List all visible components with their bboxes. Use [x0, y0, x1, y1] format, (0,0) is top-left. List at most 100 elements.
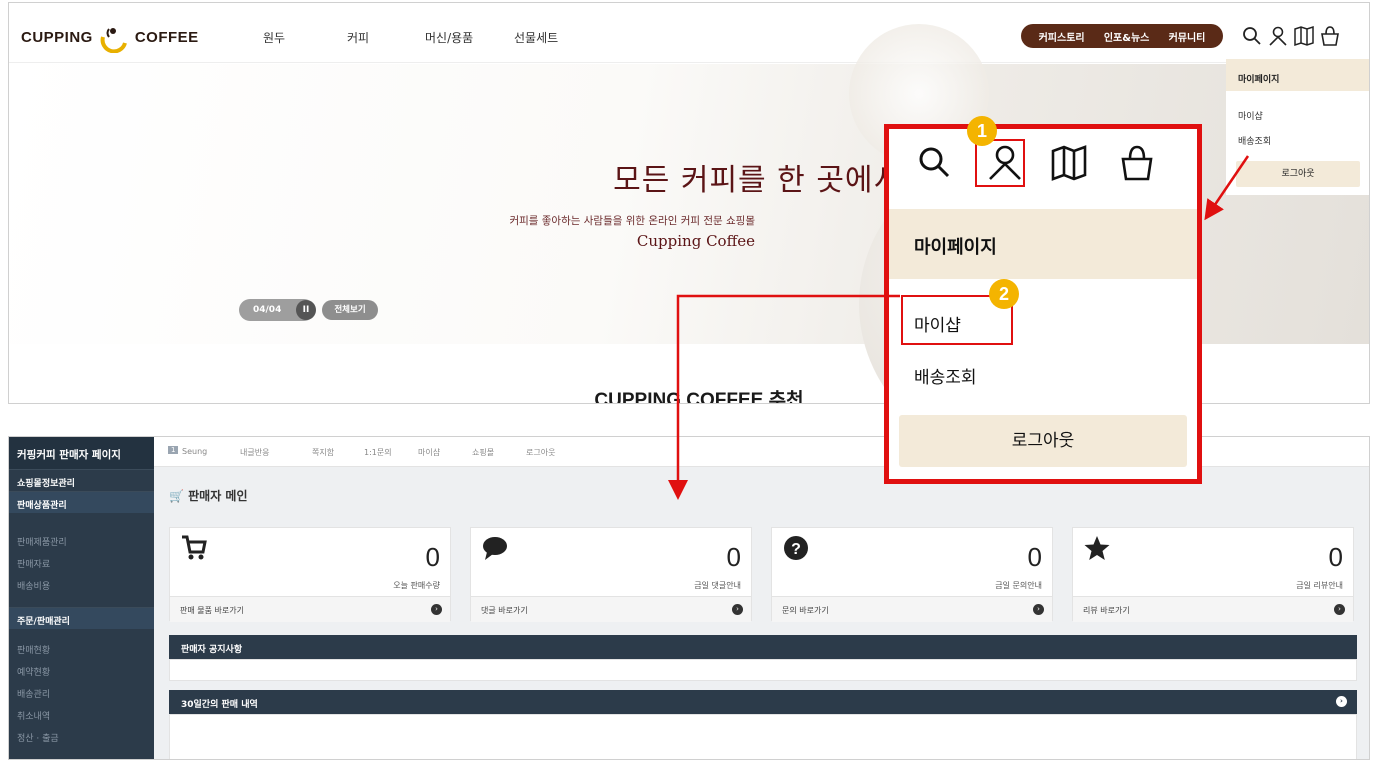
sidebar-item-cancellations[interactable]: 취소내역 — [17, 709, 50, 722]
step-badge-2: 2 — [989, 279, 1019, 309]
topbar-link-inquiry[interactable]: 1:1문의 — [364, 447, 392, 458]
user-icon-highlight — [975, 139, 1025, 187]
zoom-dropdown-header: 마이페이지 — [889, 209, 1197, 279]
mypage-dropdown-small: 마이페이지 마이샵 배송조회 로그아웃 — [1226, 59, 1369, 195]
stat-link[interactable]: 리뷰 바로가기 › — [1073, 596, 1353, 622]
nav-coffee[interactable]: 커피 — [347, 29, 369, 46]
arrow-right-icon: › — [732, 604, 743, 615]
hero-subtitle: 커피를 좋아하는 사람들을 위한 온라인 커피 전문 쇼핑몰 — [509, 215, 755, 227]
pause-button[interactable]: II — [296, 300, 316, 320]
stat-link[interactable]: 판매 물품 바로가기 › — [170, 596, 450, 622]
sidebar: 커핑커피 판매자 페이지 쇼핑몰정보관리 판매상품관리 판매제품관리 판매자료 … — [9, 437, 154, 759]
stat-card-reviews: 0 금일 리뷰안내 리뷰 바로가기 › — [1072, 527, 1354, 622]
sidebar-item-delivery-manage[interactable]: 배송관리 — [17, 687, 50, 700]
arrow-right-icon: › — [431, 604, 442, 615]
section-title: CUPPING COFFEE 추천 — [594, 390, 804, 404]
dropdown-logout-button[interactable]: 로그아웃 — [1236, 161, 1360, 187]
sidebar-brand-text: 커핑커피 판매자 페이지 — [17, 449, 121, 461]
stat-value: 0 — [1027, 542, 1042, 572]
stat-link[interactable]: 문의 바로가기 › — [772, 596, 1052, 622]
logo-text-left: CUPPING — [21, 28, 93, 46]
question-icon: ? — [784, 536, 808, 560]
sidebar-section-shop-info[interactable]: 쇼핑몰정보관리 — [9, 469, 154, 491]
sidebar-section-products[interactable]: 판매상품관리 — [9, 491, 154, 513]
sidebar-item-shipping-cost[interactable]: 배송비용 — [17, 579, 50, 592]
page-title: 🛒 판매자 메인 — [169, 487, 248, 504]
sidebar-brand: 커핑커피 판매자 페이지 — [9, 437, 154, 469]
sidebar-item-sales-status[interactable]: 판매현황 — [17, 643, 50, 656]
topbar-username[interactable]: Seung — [182, 447, 207, 456]
stat-value: 0 — [1328, 542, 1343, 572]
notice-panel-header: 판매자 공지사항 — [169, 635, 1357, 659]
map-icon[interactable] — [1293, 25, 1315, 47]
stat-card-sales: 0 오늘 판매수량 판매 물품 바로가기 › — [169, 527, 451, 622]
stat-value: 0 — [726, 542, 741, 572]
zoom-item-delivery[interactable]: 배송조회 — [914, 363, 977, 388]
slide-counter-text: 04/04 — [253, 305, 282, 315]
logo[interactable]: CUPPING COFFEE — [21, 23, 199, 53]
stat-link[interactable]: 댓글 바로가기 › — [471, 596, 751, 622]
page-title-text: 판매자 메인 — [188, 489, 248, 503]
page-title-cart-icon: 🛒 — [169, 489, 189, 503]
stat-link-text: 댓글 바로가기 — [481, 606, 528, 615]
stat-link-text: 리뷰 바로가기 — [1083, 606, 1130, 615]
sidebar-item-product-manage[interactable]: 판매제품관리 — [17, 535, 67, 548]
nav-machines[interactable]: 머신/용품 — [425, 29, 473, 46]
shopping-bag-icon[interactable] — [1117, 143, 1157, 183]
topbar-link-shop[interactable]: 쇼핑몰 — [472, 447, 494, 458]
hero-title: 모든 커피를 한 곳에서 만나다. — [613, 163, 1009, 198]
step-badge-1: 1 — [967, 116, 997, 146]
stat-link-text: 문의 바로가기 — [782, 606, 829, 615]
dropdown-item-delivery[interactable]: 배송조회 — [1238, 134, 1271, 147]
topbar-link-reactions[interactable]: 내글반응 — [240, 447, 269, 458]
stat-label: 오늘 판매수량 — [393, 581, 440, 590]
arrow-right-icon[interactable]: › — [1336, 696, 1347, 707]
zoomed-mypage-dropdown: 1 마이페이지 마이샵 2 배송조회 로그아웃 — [884, 116, 1202, 484]
admin-screenshot: 커핑커피 판매자 페이지 쇼핑몰정보관리 판매상품관리 판매제품관리 판매자료 … — [8, 436, 1370, 760]
pill-info-news[interactable]: 인포&뉴스 — [1104, 29, 1150, 44]
svg-text:?: ? — [791, 541, 801, 558]
comment-icon — [483, 537, 507, 560]
topbar-link-logout[interactable]: 로그아웃 — [526, 447, 555, 458]
stat-card-inquiries: ? 0 금일 문의안내 문의 바로가기 › — [771, 527, 1053, 622]
arrow-right-icon: › — [1334, 604, 1345, 615]
dropdown-item-myshop[interactable]: 마이샵 — [1238, 109, 1263, 122]
stat-card-comments: 0 금일 댓글안내 댓글 바로가기 › — [470, 527, 752, 622]
zoom-logout-button[interactable]: 로그아웃 — [899, 415, 1187, 467]
sidebar-item-seller-data[interactable]: 판매자료 — [17, 557, 50, 570]
sidebar-item-reservations[interactable]: 예약현황 — [17, 665, 50, 678]
logo-cup-icon — [100, 28, 127, 53]
notice-panel-body — [169, 659, 1357, 681]
topbar-link-messages[interactable]: 쪽지함 — [312, 447, 334, 458]
shop-header: CUPPING COFFEE 원두 커피 머신/용품 선물세트 커피스토리 인포&… — [9, 3, 1369, 63]
pill-coffee-story[interactable]: 커피스토리 — [1039, 29, 1085, 44]
star-icon — [1084, 536, 1110, 560]
cart-icon — [182, 535, 207, 560]
topbar-link-myshop[interactable]: 마이샵 — [418, 447, 440, 458]
view-all-button[interactable]: 전체보기 — [322, 300, 378, 320]
sidebar-section-orders[interactable]: 주문/판매관리 — [9, 607, 154, 629]
user-icon[interactable] — [1267, 25, 1289, 47]
nav-beans[interactable]: 원두 — [263, 29, 285, 46]
stat-label: 금일 문의안내 — [995, 581, 1042, 590]
nav-gift-sets[interactable]: 선물세트 — [514, 29, 558, 46]
stat-label: 금일 리뷰안내 — [1296, 581, 1343, 590]
logo-text-right: COFFEE — [134, 28, 199, 46]
arrow-right-icon: › — [1033, 604, 1044, 615]
community-pill: 커피스토리 인포&뉴스 커뮤니티 — [1021, 24, 1223, 48]
sidebar-item-settlement[interactable]: 정산 · 출금 — [17, 731, 59, 744]
sales-panel-title: 30일간의 판매 내역 — [181, 700, 258, 710]
pill-community[interactable]: 커뮤니티 — [1169, 29, 1206, 44]
sales-panel-body — [169, 714, 1357, 759]
map-icon[interactable] — [1049, 143, 1089, 183]
shopping-bag-icon[interactable] — [1319, 25, 1341, 47]
stat-value: 0 — [425, 542, 440, 572]
search-icon[interactable] — [915, 143, 955, 183]
hero-brand: Cupping Coffee — [636, 232, 755, 250]
search-icon[interactable] — [1241, 25, 1263, 47]
user-level-badge: 1 — [168, 446, 179, 454]
dropdown-header: 마이페이지 — [1226, 59, 1369, 91]
stat-link-text: 판매 물품 바로가기 — [180, 606, 244, 615]
sales-panel-header: 30일간의 판매 내역 › — [169, 690, 1357, 714]
stat-label: 금일 댓글안내 — [694, 581, 741, 590]
